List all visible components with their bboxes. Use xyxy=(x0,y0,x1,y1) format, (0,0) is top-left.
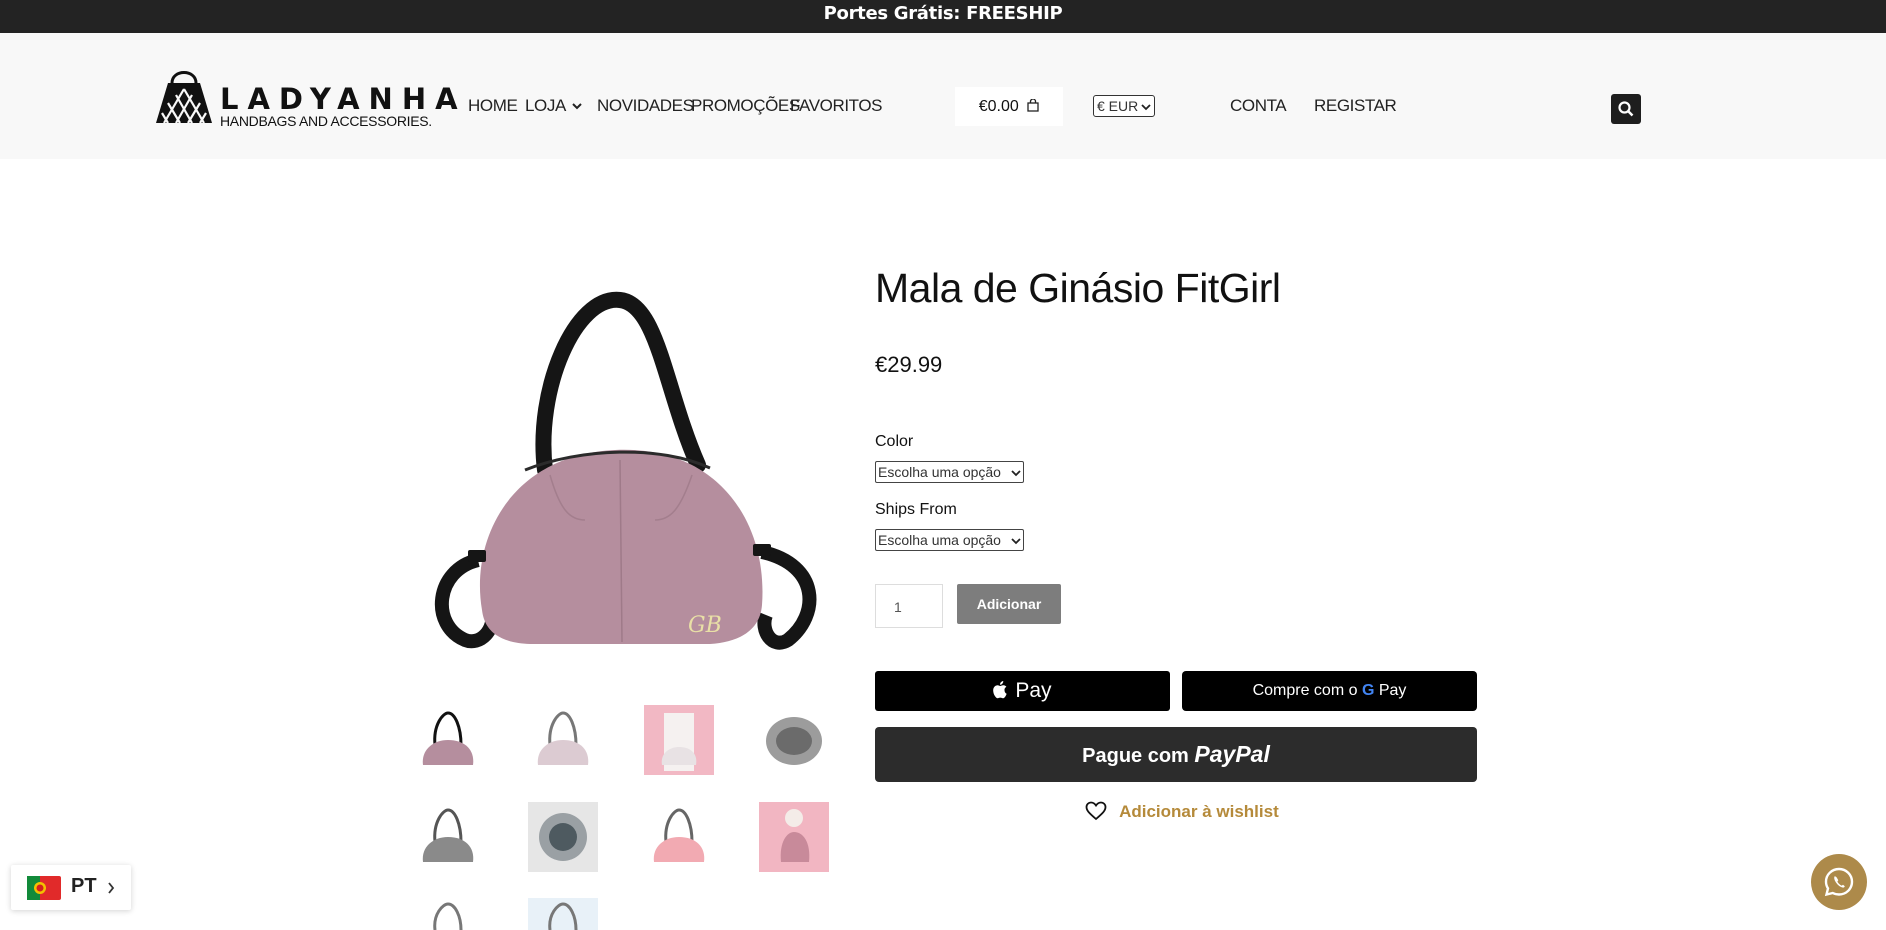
product-thumbnail[interactable] xyxy=(528,802,598,872)
whatsapp-icon xyxy=(1824,867,1854,897)
nav-promocoes[interactable]: PROMOÇÕES xyxy=(691,96,800,118)
nav-home[interactable]: HOME xyxy=(468,96,518,118)
nav-favoritos-label: FAVORITOS xyxy=(790,96,883,115)
nav-novidades-label: NOVIDADES xyxy=(597,96,694,115)
site-logo[interactable]: LADYANHA HANDBAGS AND ACCESSORIES. xyxy=(154,67,458,128)
quantity-input[interactable]: 1 xyxy=(875,584,943,628)
chevron-right-icon xyxy=(108,882,115,894)
whatsapp-chat-button[interactable] xyxy=(1811,854,1867,910)
currency-value: € EUR xyxy=(1097,98,1139,114)
thumbnail-image xyxy=(644,705,714,775)
search-button[interactable] xyxy=(1611,94,1641,124)
chevron-down-icon xyxy=(572,103,583,110)
language-switcher[interactable]: PT xyxy=(11,865,131,910)
nav-loja[interactable]: LOJA xyxy=(525,96,583,118)
quantity-value: 1 xyxy=(894,599,902,615)
nav-home-label: HOME xyxy=(468,96,518,115)
logo-wordmark: LADYANHA xyxy=(220,82,467,116)
thumbnail-image xyxy=(413,898,483,930)
add-to-cart-label: Adicionar xyxy=(976,596,1042,612)
language-code: PT xyxy=(71,875,97,897)
heart-icon xyxy=(1085,801,1107,821)
thumbnail-image xyxy=(528,898,598,930)
variant-ships-from-select[interactable]: Escolha uma opção xyxy=(875,529,1024,551)
google-pay-label: Pay xyxy=(1378,682,1407,699)
thumbnail-image xyxy=(759,802,829,872)
product-thumbnail[interactable] xyxy=(413,705,483,775)
wishlist-label: Adicionar à wishlist xyxy=(1119,802,1279,821)
thumbnail-image xyxy=(528,802,598,872)
thumbnail-image xyxy=(759,705,829,775)
nav-conta[interactable]: CONTA xyxy=(1230,96,1287,118)
logo-bag-icon xyxy=(156,71,212,124)
nav-favoritos[interactable]: FAVORITOS xyxy=(790,96,883,118)
thumbnail-image xyxy=(528,705,598,775)
product-main-image[interactable]: GB xyxy=(410,270,830,670)
google-g-icon: G xyxy=(1361,682,1375,699)
product-thumbnail[interactable] xyxy=(759,802,829,872)
product-thumbnail[interactable] xyxy=(644,802,714,872)
variant-color-select[interactable]: Escolha uma opção xyxy=(875,461,1024,483)
paypal-prefix: Pague com xyxy=(1082,745,1189,767)
nav-registar-label: REGISTAR xyxy=(1314,96,1397,115)
nav-novidades[interactable]: NOVIDADES xyxy=(597,96,694,118)
announcement-text: Portes Grátis: FREESHIP xyxy=(823,3,1063,24)
nav-promocoes-label: PROMOÇÕES xyxy=(691,96,800,115)
svg-text:GB: GB xyxy=(688,613,722,638)
product-price: €29.99 xyxy=(875,352,943,377)
paypal-button[interactable]: Pague com PayPal xyxy=(875,727,1477,782)
product-thumbnail[interactable] xyxy=(528,898,598,930)
announcement-bar: Portes Grátis: FREESHIP xyxy=(0,0,1886,33)
cart-total: €0.00 xyxy=(978,98,1019,115)
chevron-down-icon xyxy=(1011,470,1021,477)
product-thumbnail[interactable] xyxy=(528,705,598,775)
nav-loja-label: LOJA xyxy=(525,96,565,115)
variant-color-label: Color xyxy=(875,433,914,450)
add-to-wishlist-link[interactable]: Adicionar à wishlist xyxy=(1085,800,1279,824)
product-thumbnail[interactable] xyxy=(759,705,829,775)
chevron-down-icon xyxy=(1011,538,1021,545)
variant-color-value: Escolha uma opção xyxy=(878,464,1001,480)
google-pay-prefix: Compre com o xyxy=(1252,682,1358,699)
search-icon xyxy=(1618,101,1634,117)
shopping-bag-icon xyxy=(1027,98,1039,112)
nav-registar[interactable]: REGISTAR xyxy=(1314,96,1397,118)
chevron-down-icon xyxy=(1141,104,1151,111)
currency-select[interactable]: € EUR xyxy=(1093,95,1155,117)
portugal-flag-icon xyxy=(27,876,61,900)
paypal-brand: PayPal xyxy=(1194,741,1270,767)
thumbnail-image xyxy=(413,802,483,872)
logo-tagline: HANDBAGS AND ACCESSORIES. xyxy=(220,113,432,129)
product-thumbnail[interactable] xyxy=(413,898,483,930)
thumbnail-image xyxy=(644,802,714,872)
product-title: Mala de Ginásio FitGirl xyxy=(875,265,1281,311)
product-thumbnail[interactable] xyxy=(413,802,483,872)
product-thumbnail[interactable] xyxy=(644,705,714,775)
apple-pay-button[interactable]: Pay xyxy=(875,671,1170,711)
google-pay-button[interactable]: Compre com o G Pay xyxy=(1182,671,1477,711)
thumbnail-image xyxy=(413,705,483,775)
nav-conta-label: CONTA xyxy=(1230,96,1287,115)
variant-ships-from-value: Escolha uma opção xyxy=(878,532,1001,548)
apple-pay-label: Pay xyxy=(1015,679,1052,702)
bag-illustration: GB xyxy=(434,291,817,650)
cart-button[interactable]: €0.00 xyxy=(955,87,1063,126)
variant-ships-from-label: Ships From xyxy=(875,501,957,518)
apple-icon xyxy=(993,681,1008,699)
add-to-cart-button[interactable]: Adicionar xyxy=(957,584,1061,624)
